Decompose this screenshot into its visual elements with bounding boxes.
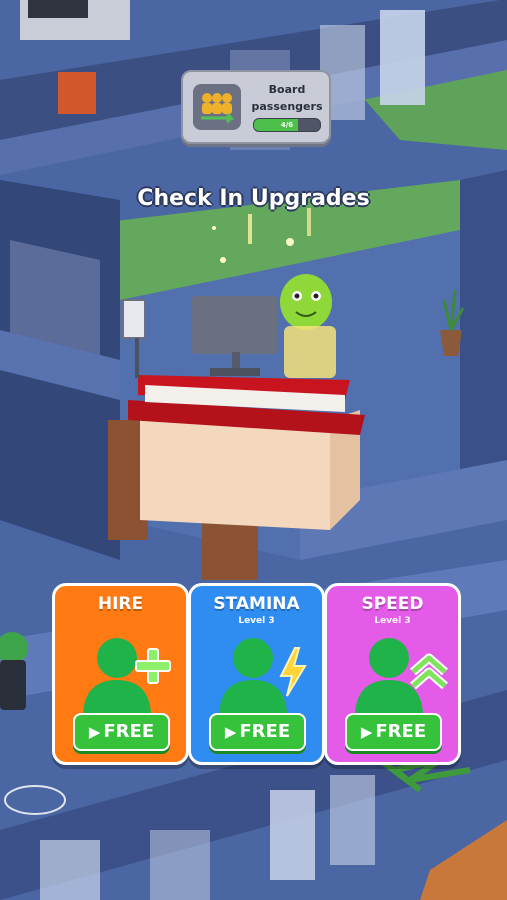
hire-card[interactable]: HIRE ▶ FREE [52, 583, 189, 765]
free-label: FREE [103, 721, 155, 742]
hire-free-button[interactable]: ▶ FREE [73, 713, 170, 751]
quest-progress-text: 4/6 [280, 121, 294, 129]
free-label: FREE [375, 721, 427, 742]
quest-title: Board passengers [251, 83, 323, 113]
quest-progress-bar: 4/6 [253, 118, 321, 132]
card-subtitle: Level 3 [374, 616, 411, 626]
card-title: HIRE [97, 594, 144, 614]
upgrades-banner: Check In Upgrades [137, 186, 370, 211]
quest-panel: Board passengers 4/6 [181, 70, 331, 144]
plus-icon [135, 648, 171, 684]
card-title: STAMINA [213, 594, 300, 614]
lightning-icon [279, 647, 307, 697]
free-label: FREE [239, 721, 291, 742]
speed-card[interactable]: SPEED Level 3 ▶ FREE [324, 583, 461, 765]
card-subtitle: Level 3 [238, 616, 275, 626]
stamina-free-button[interactable]: ▶ FREE [209, 713, 306, 751]
play-icon: ▶ [88, 723, 101, 741]
play-icon: ▶ [360, 723, 373, 741]
card-title: SPEED [361, 594, 424, 614]
passengers-icon [193, 84, 241, 130]
play-icon: ▶ [224, 723, 237, 741]
speed-free-button[interactable]: ▶ FREE [345, 713, 442, 751]
stamina-card[interactable]: STAMINA Level 3 ▶ FREE [188, 583, 325, 765]
double-chevron-up-icon [410, 653, 448, 690]
